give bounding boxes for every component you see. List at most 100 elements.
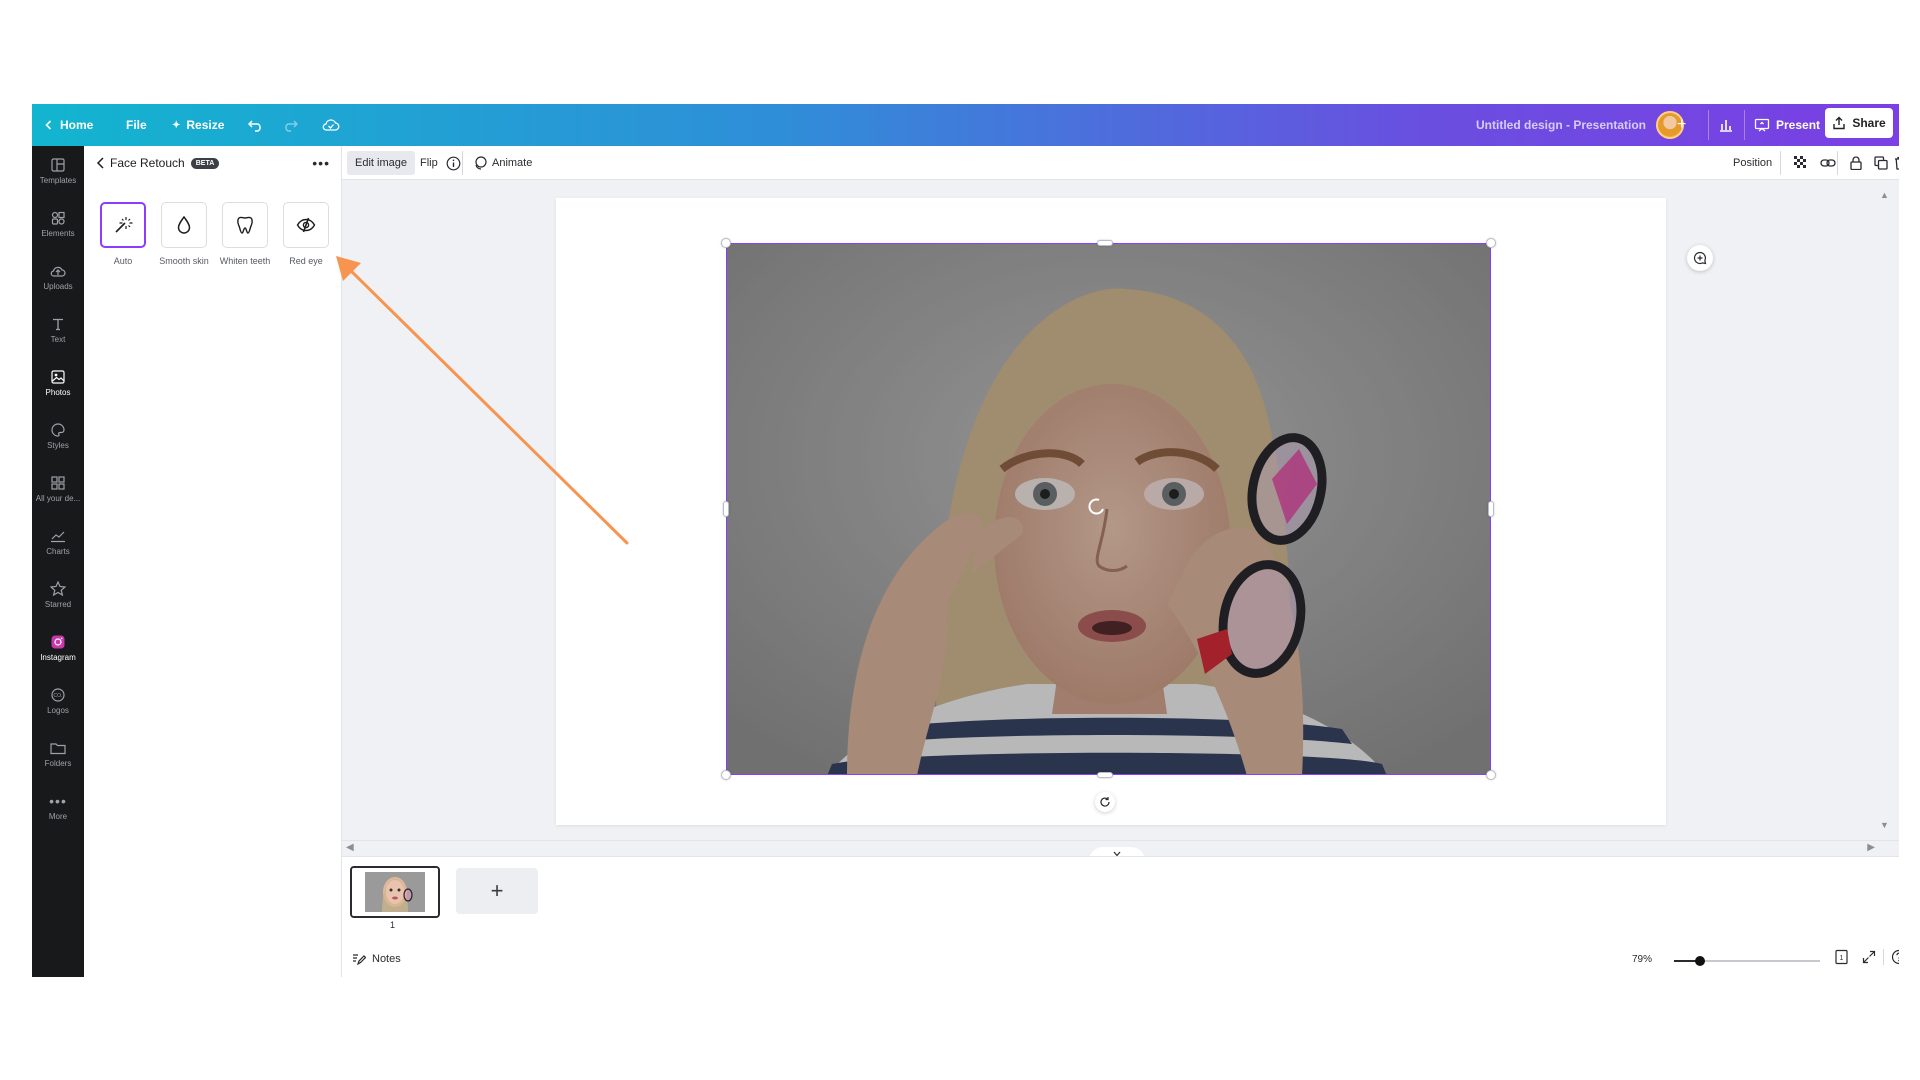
- position-button[interactable]: Position: [1725, 151, 1780, 175]
- bar-chart-icon: [1720, 120, 1732, 132]
- resize-handle[interactable]: [721, 238, 731, 248]
- rail-item-more[interactable]: ••• More: [32, 784, 84, 830]
- scroll-up-icon[interactable]: ▲: [1880, 190, 1889, 200]
- page-view-button[interactable]: 1: [1834, 949, 1850, 965]
- checkerboard-icon: [1794, 156, 1806, 168]
- rail-item-uploads[interactable]: Uploads: [32, 254, 84, 300]
- redo-icon: [285, 120, 298, 132]
- rail-item-photos[interactable]: Photos: [32, 360, 84, 406]
- resize-handle[interactable]: [1488, 501, 1494, 517]
- rail-item-charts[interactable]: Charts: [32, 519, 84, 565]
- horizontal-scrollbar[interactable]: ◀ ▶: [342, 840, 1899, 861]
- link-button[interactable]: [1812, 151, 1844, 175]
- portrait-photo-image: [727, 244, 1490, 774]
- rail-label: Styles: [47, 440, 69, 450]
- home-button[interactable]: Home: [44, 104, 93, 146]
- zoom-percentage[interactable]: 79%: [1632, 954, 1652, 965]
- rail-item-templates[interactable]: Templates: [32, 148, 84, 194]
- resize-handle[interactable]: [1097, 772, 1113, 778]
- droplet-icon: [177, 215, 191, 234]
- zoom-slider[interactable]: [1674, 956, 1820, 966]
- rail-label: All your de...: [35, 493, 81, 503]
- rail-item-styles[interactable]: Styles: [32, 413, 84, 459]
- instagram-icon: [49, 635, 67, 649]
- rail-label: Starred: [44, 599, 72, 609]
- rail-label: Instagram: [40, 652, 76, 662]
- redo-button[interactable]: [282, 104, 298, 146]
- share-upload-icon: [1833, 116, 1846, 130]
- home-label: Home: [60, 118, 94, 132]
- edit-image-button[interactable]: Edit image: [347, 151, 415, 175]
- info-icon: [446, 156, 461, 170]
- zoom-slider-knob[interactable]: [1695, 956, 1705, 966]
- rail-item-folders[interactable]: Folders: [32, 731, 84, 777]
- scroll-left-icon[interactable]: ◀: [346, 842, 354, 853]
- retouch-tool-auto[interactable]: Auto: [98, 202, 148, 266]
- document-title-text: Untitled design - Presentation: [1476, 118, 1647, 132]
- add-page-button[interactable]: +: [456, 868, 538, 914]
- tool-label: Whiten teeth: [219, 256, 271, 266]
- eye-slash-icon: [296, 217, 316, 233]
- rail-label: Templates: [39, 175, 77, 185]
- share-button[interactable]: Share: [1825, 108, 1893, 138]
- undo-button[interactable]: [248, 104, 264, 146]
- text-icon: [49, 317, 67, 331]
- divider: [1780, 151, 1781, 175]
- more-options-icon[interactable]: •••: [312, 155, 330, 171]
- page-thumbnail[interactable]: [350, 866, 440, 918]
- scroll-right-icon[interactable]: ▶: [1867, 842, 1875, 853]
- grid-icon: [49, 475, 67, 490]
- rotate-icon: [1100, 797, 1110, 807]
- notes-pencil-icon: [353, 954, 366, 965]
- retouch-tool-whiten-teeth[interactable]: Whiten teeth: [220, 202, 270, 266]
- divider: [1744, 110, 1745, 140]
- present-button[interactable]: Present: [1754, 104, 1820, 146]
- panel-header: Face Retouch BETA •••: [84, 146, 342, 180]
- rail-label: Logos: [47, 705, 69, 715]
- fullscreen-button[interactable]: [1862, 950, 1876, 964]
- file-label: File: [126, 118, 147, 132]
- rail-item-starred[interactable]: Starred: [32, 572, 84, 618]
- resize-label: Resize: [186, 118, 225, 132]
- animate-button[interactable]: Animate: [465, 151, 540, 175]
- resize-handle[interactable]: [723, 501, 729, 517]
- rotate-handle[interactable]: [1095, 792, 1115, 812]
- templates-icon: [49, 157, 67, 172]
- cloud-check-icon: [322, 119, 340, 131]
- resize-handle[interactable]: [1486, 238, 1496, 248]
- document-title[interactable]: Untitled design - Presentation: [1476, 104, 1646, 146]
- selected-portrait-photo[interactable]: [726, 243, 1491, 775]
- notes-button[interactable]: Notes: [352, 953, 401, 965]
- scroll-down-icon[interactable]: ▼: [1880, 820, 1889, 830]
- rail-label: Text: [50, 334, 66, 344]
- svg-text:CO.: CO.: [54, 693, 63, 699]
- retouch-tool-red-eye[interactable]: Red eye: [281, 202, 331, 266]
- rail-item-text[interactable]: Text: [32, 307, 84, 353]
- add-collaborator-button[interactable]: +: [1677, 104, 1686, 146]
- file-menu-button[interactable]: File: [126, 104, 147, 146]
- insights-button[interactable]: [1718, 104, 1734, 146]
- retouch-tool-smooth-skin[interactable]: Smooth skin: [159, 202, 209, 266]
- resize-handle[interactable]: [721, 770, 731, 780]
- tool-tile: [100, 202, 146, 248]
- resize-handle[interactable]: [1486, 770, 1496, 780]
- back-chevron-icon[interactable]: [96, 157, 106, 169]
- rail-item-all-your-designs[interactable]: All your de...: [32, 466, 84, 512]
- add-comment-button[interactable]: [1687, 245, 1713, 271]
- pages-icon: 1: [1835, 949, 1848, 965]
- face-retouch-panel: Face Retouch BETA ••• Auto Smooth skin W…: [84, 146, 342, 977]
- resize-handle[interactable]: [1097, 240, 1113, 246]
- rail-item-instagram[interactable]: Instagram: [32, 625, 84, 671]
- tool-label: Red eye: [289, 256, 323, 266]
- photos-icon: [49, 369, 67, 384]
- rail-item-logos[interactable]: CO. Logos: [32, 678, 84, 724]
- link-icon: [1820, 159, 1836, 167]
- tool-label: Auto: [113, 256, 133, 266]
- rail-item-elements[interactable]: Elements: [32, 201, 84, 247]
- help-button[interactable]: [1891, 949, 1899, 965]
- delete-button[interactable]: [1890, 151, 1899, 175]
- resize-button[interactable]: ✦ Resize: [172, 104, 224, 146]
- slide-page[interactable]: [556, 198, 1666, 825]
- cloud-save-status[interactable]: [322, 104, 340, 146]
- lock-icon: [1850, 156, 1862, 170]
